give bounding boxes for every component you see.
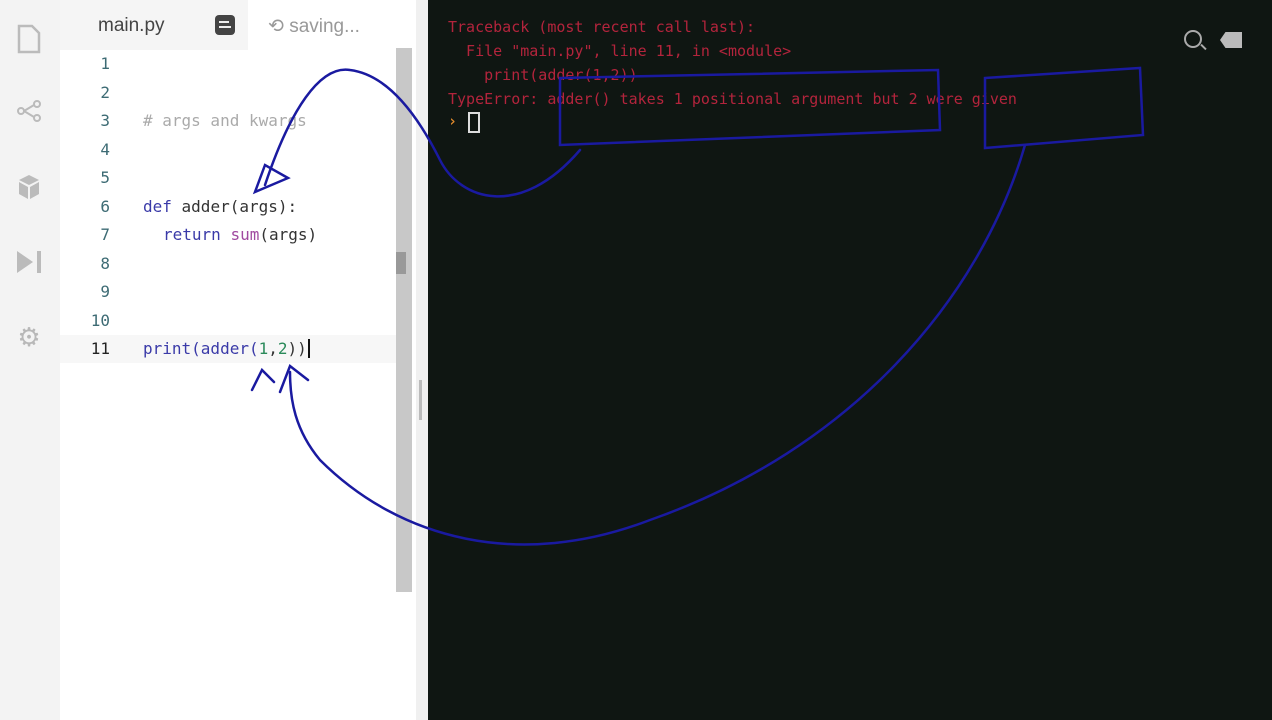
tab-label: main.py <box>98 15 165 36</box>
console-line: File "main.py", line 11, in <module> <box>448 42 792 60</box>
code-text: print(adder( <box>143 339 259 358</box>
number: 2 <box>277 339 288 358</box>
line-number: 7 <box>100 225 110 244</box>
line-number: 1 <box>100 54 110 73</box>
sidebar: ⚙ <box>0 0 60 720</box>
line-number: 4 <box>100 139 110 159</box>
line-number: 5 <box>100 168 110 187</box>
format-icon[interactable] <box>215 15 235 35</box>
console[interactable]: Traceback (most recent call last): File … <box>428 0 1272 720</box>
code-line: print(adder(1,2)) <box>143 335 310 363</box>
code-text: )) <box>287 339 307 358</box>
settings-icon[interactable]: ⚙ <box>14 322 44 352</box>
clear-console-icon[interactable] <box>1220 32 1242 48</box>
history-icon: ⟲ <box>268 16 290 37</box>
keyword: def <box>143 196 172 216</box>
line-number: 9 <box>100 282 110 301</box>
number: 1 <box>258 339 269 358</box>
prompt-icon: › <box>448 112 458 130</box>
search-icon[interactable] <box>1184 30 1202 48</box>
console-line: print(adder(1,2)) <box>448 66 638 84</box>
save-status: ⟲ saving... <box>268 15 360 38</box>
scrollbar-thumb[interactable] <box>396 252 406 274</box>
debugger-icon[interactable] <box>14 248 44 278</box>
console-line: TypeError: adder() takes 1 positional ar… <box>448 90 1017 108</box>
code-line: def adder(args): <box>143 193 297 221</box>
line-number: 2 <box>100 82 110 102</box>
line-number: 10 <box>90 310 110 330</box>
text-cursor <box>307 339 310 358</box>
builtin: sum <box>230 225 260 244</box>
keyword: return <box>163 225 221 244</box>
pane-divider[interactable] <box>416 0 428 720</box>
tab-main-py[interactable]: main.py <box>60 0 248 50</box>
save-status-text: saving... <box>289 16 360 37</box>
code-comment: # args and kwargs <box>143 111 307 130</box>
code-editor[interactable]: 1 2 3 # args and kwargs 4 5 6 def adder(ar… <box>60 50 400 720</box>
file-icon[interactable] <box>14 24 44 54</box>
code-text: adder(args): <box>171 196 298 216</box>
console-line: Traceback (most recent call last): <box>448 18 756 36</box>
share-icon[interactable] <box>14 98 44 128</box>
code-line: return sum(args) <box>163 221 317 249</box>
tab-bar: main.py ⟲ saving... <box>60 0 420 50</box>
line-number: 8 <box>100 253 110 273</box>
console-cursor[interactable] <box>468 112 480 133</box>
code-text: (args) <box>259 225 318 244</box>
divider-handle[interactable] <box>419 380 422 420</box>
packages-icon[interactable] <box>14 172 44 202</box>
line-number: 11 <box>90 339 110 358</box>
line-number: 3 <box>100 111 110 130</box>
code-text: , <box>268 339 278 358</box>
line-number: 6 <box>100 196 110 216</box>
editor-scrollbar[interactable] <box>396 48 412 592</box>
